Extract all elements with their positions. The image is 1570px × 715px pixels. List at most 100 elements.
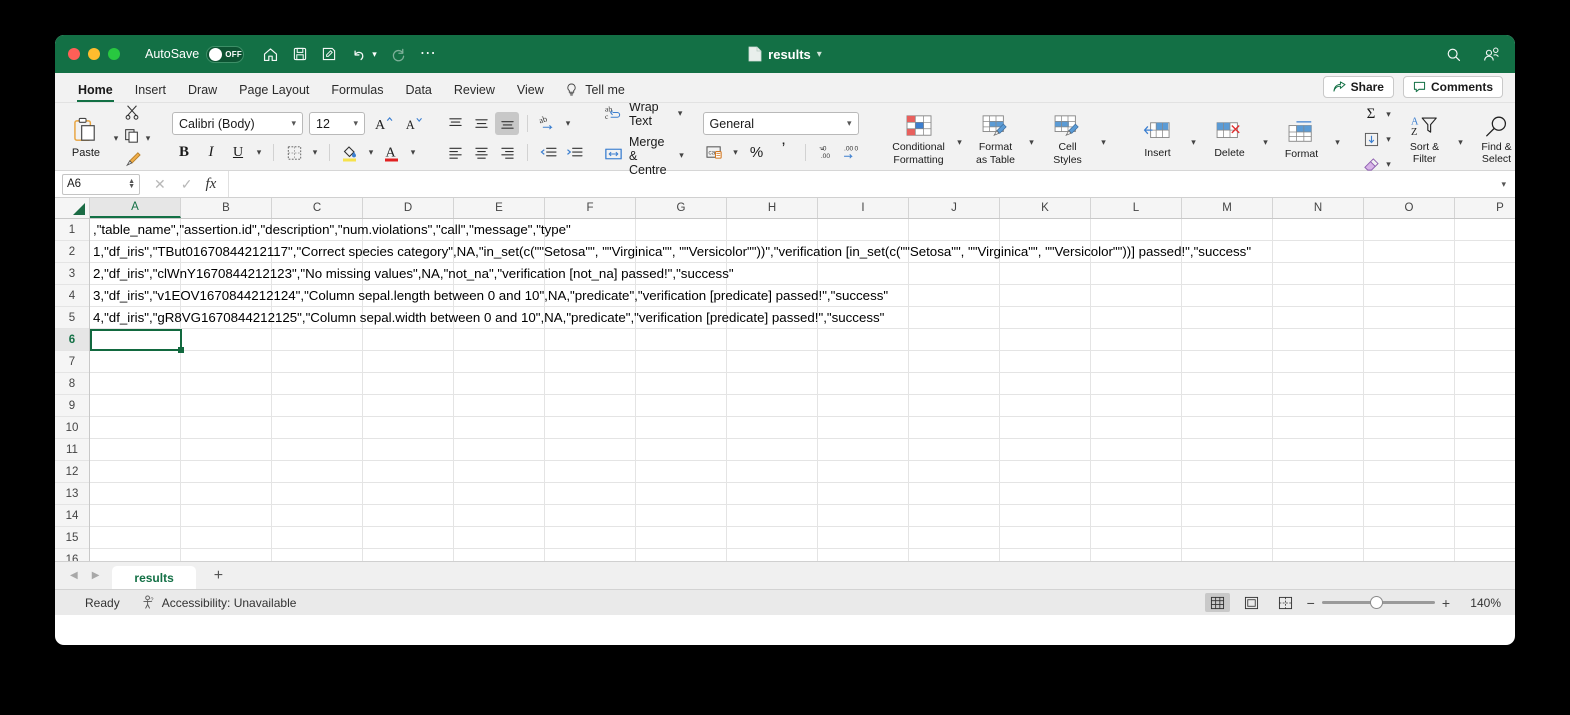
column-header-b[interactable]: B	[181, 198, 272, 218]
cell-g9[interactable]	[636, 395, 727, 416]
cell-p15[interactable]	[1455, 527, 1515, 548]
cell-l11[interactable]	[1091, 439, 1182, 460]
cell-j16[interactable]	[909, 549, 1000, 561]
cell-m5[interactable]	[1182, 307, 1273, 328]
cell-g3[interactable]	[636, 263, 727, 284]
cell-p9[interactable]	[1455, 395, 1515, 416]
more-icon[interactable]: ⋯	[420, 46, 437, 62]
column-header-m[interactable]: M	[1182, 198, 1273, 218]
cell-m2[interactable]	[1182, 241, 1273, 262]
tab-data[interactable]: Data	[394, 83, 442, 102]
cell-i5[interactable]	[818, 307, 909, 328]
cell-g8[interactable]	[636, 373, 727, 394]
cell-l14[interactable]	[1091, 505, 1182, 526]
cell-n4[interactable]	[1273, 285, 1364, 306]
column-header-d[interactable]: D	[363, 198, 454, 218]
cell-e4[interactable]	[454, 285, 545, 306]
bold-button[interactable]: B	[172, 141, 196, 164]
cell-n7[interactable]	[1273, 351, 1364, 372]
row-header-3[interactable]: 3	[55, 263, 89, 285]
cell-l2[interactable]	[1091, 241, 1182, 262]
redo-icon[interactable]	[390, 46, 407, 63]
cell-b2[interactable]	[181, 241, 272, 262]
font-name-combo[interactable]: Calibri (Body) ▾	[172, 112, 303, 135]
cell-m16[interactable]	[1182, 549, 1273, 561]
cell-l1[interactable]	[1091, 219, 1182, 240]
borders-dropdown-icon[interactable]: ▾	[309, 147, 321, 158]
cell-g14[interactable]	[636, 505, 727, 526]
cell-d10[interactable]	[363, 417, 454, 438]
cell-d4[interactable]	[363, 285, 454, 306]
cell-b8[interactable]	[181, 373, 272, 394]
cell-k14[interactable]	[1000, 505, 1091, 526]
cell-f8[interactable]	[545, 373, 636, 394]
cell-o13[interactable]	[1364, 483, 1455, 504]
increase-font-size-icon[interactable]: A	[371, 112, 395, 135]
merge-centre-dropdown-icon[interactable]: ▾	[679, 150, 685, 161]
cell-e11[interactable]	[454, 439, 545, 460]
cell-b13[interactable]	[181, 483, 272, 504]
select-all-corner[interactable]	[55, 198, 90, 218]
cell-n3[interactable]	[1273, 263, 1364, 284]
cell-a9[interactable]	[90, 395, 181, 416]
decrease-font-size-icon[interactable]: A	[401, 112, 425, 135]
cell-m11[interactable]	[1182, 439, 1273, 460]
cell-d14[interactable]	[363, 505, 454, 526]
cell-e10[interactable]	[454, 417, 545, 438]
cell-k15[interactable]	[1000, 527, 1091, 548]
fill-dropdown-icon[interactable]: ▾	[1383, 134, 1395, 145]
accounting-format-icon[interactable]: ca	[703, 141, 727, 164]
cell-e5[interactable]	[454, 307, 545, 328]
cell-h12[interactable]	[727, 461, 818, 482]
cell-k3[interactable]	[1000, 263, 1091, 284]
cell-h6[interactable]	[727, 329, 818, 350]
cell-f15[interactable]	[545, 527, 636, 548]
cell-i11[interactable]	[818, 439, 909, 460]
insert-cells-button[interactable]: Insert	[1128, 116, 1188, 159]
cell-l3[interactable]	[1091, 263, 1182, 284]
row-header-5[interactable]: 5	[55, 307, 89, 329]
font-size-combo[interactable]: 12 ▾	[309, 112, 365, 135]
tab-draw[interactable]: Draw	[177, 83, 228, 102]
cell-k6[interactable]	[1000, 329, 1091, 350]
cell-c8[interactable]	[272, 373, 363, 394]
cell-c9[interactable]	[272, 395, 363, 416]
borders-icon[interactable]	[282, 141, 306, 164]
cell-a7[interactable]	[90, 351, 181, 372]
cell-e9[interactable]	[454, 395, 545, 416]
cell-o2[interactable]	[1364, 241, 1455, 262]
text-orientation-dropdown-icon[interactable]: ▾	[562, 118, 574, 129]
align-top-icon[interactable]	[443, 112, 467, 135]
cell-k7[interactable]	[1000, 351, 1091, 372]
page-break-view-icon[interactable]	[1273, 593, 1298, 612]
cell-b7[interactable]	[181, 351, 272, 372]
fill-colour-icon[interactable]	[338, 141, 362, 164]
cell-l6[interactable]	[1091, 329, 1182, 350]
minimize-window-button[interactable]	[88, 48, 100, 60]
name-box-spinner-icon[interactable]: ▲ ▼	[128, 178, 135, 190]
expand-formula-bar-icon[interactable]: ▾	[1501, 179, 1506, 190]
cell-c2[interactable]	[272, 241, 363, 262]
align-bottom-icon[interactable]	[495, 112, 519, 135]
cell-h13[interactable]	[727, 483, 818, 504]
cell-b5[interactable]	[181, 307, 272, 328]
cell-n16[interactable]	[1273, 549, 1364, 561]
cell-j5[interactable]	[909, 307, 1000, 328]
cell-i7[interactable]	[818, 351, 909, 372]
cell-g16[interactable]	[636, 549, 727, 561]
cell-f9[interactable]	[545, 395, 636, 416]
maximize-window-button[interactable]	[108, 48, 120, 60]
cell-e14[interactable]	[454, 505, 545, 526]
cell-c7[interactable]	[272, 351, 363, 372]
cell-o1[interactable]	[1364, 219, 1455, 240]
cell-b9[interactable]	[181, 395, 272, 416]
accessibility-status[interactable]: ? Accessibility: Unavailable	[142, 595, 296, 610]
format-dropdown-icon[interactable]: ▾	[1332, 137, 1344, 148]
cell-o12[interactable]	[1364, 461, 1455, 482]
cell-i6[interactable]	[818, 329, 909, 350]
cell-a10[interactable]	[90, 417, 181, 438]
cell-a15[interactable]	[90, 527, 181, 548]
cell-b10[interactable]	[181, 417, 272, 438]
cell-n9[interactable]	[1273, 395, 1364, 416]
cell-i16[interactable]	[818, 549, 909, 561]
